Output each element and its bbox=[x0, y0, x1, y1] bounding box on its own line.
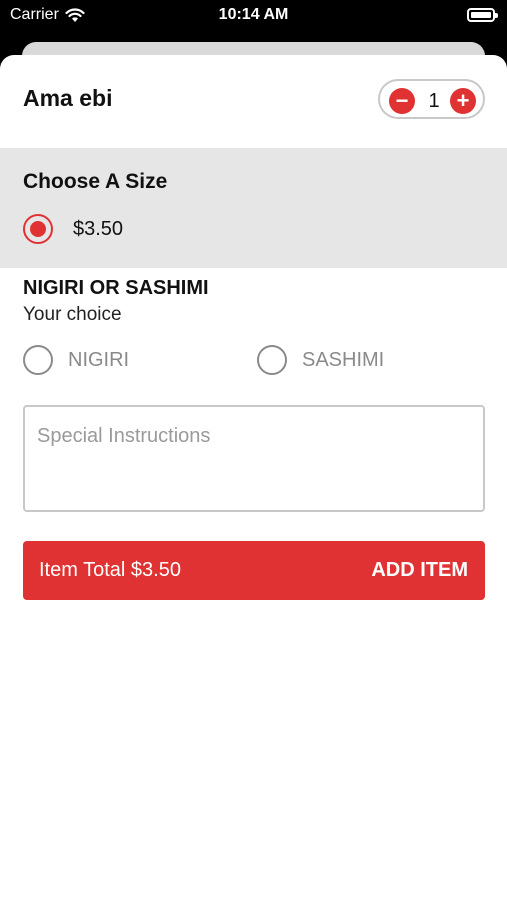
item-header: Ama ebi − 1 + bbox=[0, 55, 507, 148]
size-section: Choose A Size $3.50 bbox=[0, 148, 507, 268]
choice-heading: NIGIRI OR SASHIMI bbox=[23, 277, 209, 299]
item-title: Ama ebi bbox=[23, 85, 113, 111]
quantity-value: 1 bbox=[428, 90, 440, 112]
sashimi-radio[interactable] bbox=[257, 345, 287, 375]
special-instructions-field[interactable] bbox=[23, 405, 485, 512]
clock: 10:14 AM bbox=[218, 6, 289, 23]
size-option-label[interactable]: $3.50 bbox=[73, 218, 123, 241]
item-sheet: Ama ebi − 1 + Choose A Size $3.50 NIGIRI… bbox=[0, 55, 507, 900]
decrease-quantity-button[interactable]: − bbox=[389, 88, 415, 114]
item-total-label: Item Total $3.50 bbox=[39, 559, 181, 581]
add-item-label: ADD ITEM bbox=[371, 559, 468, 581]
choice-subheading: Your choice bbox=[23, 304, 122, 325]
increase-quantity-button[interactable]: + bbox=[450, 88, 476, 114]
sashimi-label[interactable]: SASHIMI bbox=[302, 349, 384, 372]
size-heading: Choose A Size bbox=[23, 170, 168, 193]
battery-level-fill bbox=[471, 12, 491, 18]
quantity-stepper: − 1 + bbox=[378, 79, 485, 119]
size-option-radio[interactable] bbox=[23, 214, 53, 244]
add-item-button[interactable]: Item Total $3.50 ADD ITEM bbox=[23, 541, 485, 600]
nigiri-radio[interactable] bbox=[23, 345, 53, 375]
battery-icon bbox=[467, 8, 498, 22]
plus-icon: + bbox=[456, 88, 470, 113]
minus-icon: − bbox=[395, 88, 409, 113]
status-bar: Carrier 10:14 AM bbox=[0, 0, 507, 36]
nigiri-label[interactable]: NIGIRI bbox=[68, 349, 129, 372]
